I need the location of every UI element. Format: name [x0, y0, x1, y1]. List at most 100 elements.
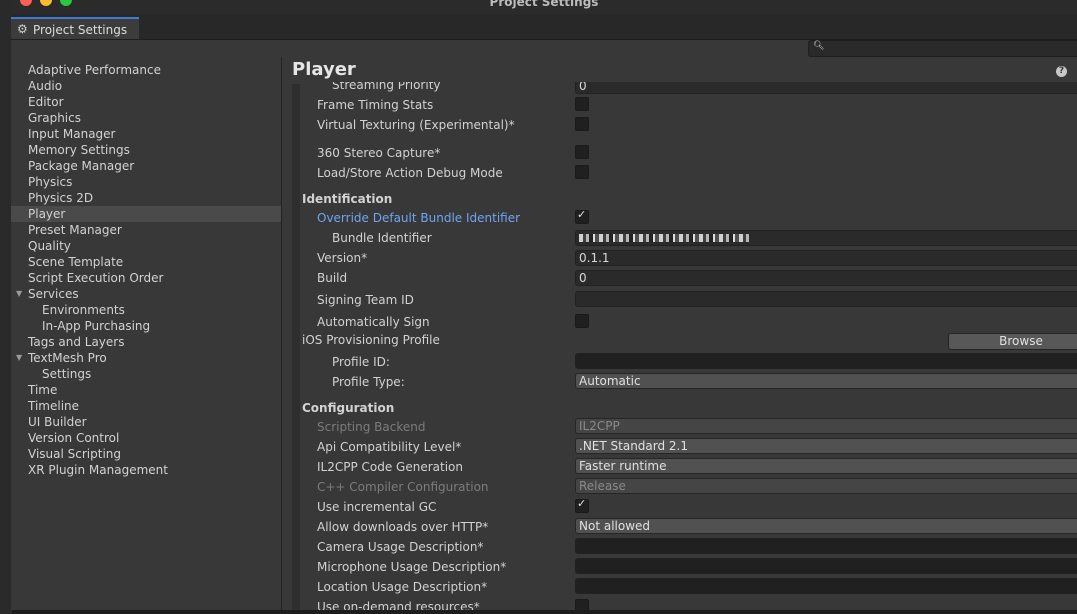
search-icon: 🔍︎ [813, 41, 825, 51]
sidebar-item-physics[interactable]: Physics [11, 174, 281, 190]
sidebar-item-label: Player [28, 207, 66, 221]
sidebar-item-version-control[interactable]: Version Control [11, 430, 281, 446]
http-downloads-label: Allow downloads over HTTP* [317, 520, 489, 534]
cpp-compiler-dropdown: Release ▼ [575, 478, 1077, 494]
override-bundle-checkbox[interactable] [575, 208, 589, 224]
sidebar-item-time[interactable]: Time [11, 382, 281, 398]
sidebar-item-label: Physics 2D [28, 191, 94, 205]
sidebar-item-adaptive-performance[interactable]: Adaptive Performance [11, 62, 281, 78]
microphone-usage-field[interactable] [575, 558, 1077, 574]
override-bundle-label: Override Default Bundle Identifier [317, 211, 521, 225]
on-demand-label: Use on-demand resources* [317, 600, 480, 610]
stereo-capture-label: 360 Stereo Capture* [317, 146, 441, 160]
sidebar-item-editor[interactable]: Editor [11, 94, 281, 110]
help-icon[interactable]: ? [1056, 66, 1067, 77]
il2cpp-codegen-dropdown[interactable]: Faster runtime ▼ [575, 458, 1077, 474]
sidebar-item-timeline[interactable]: Timeline [11, 398, 281, 414]
search-input[interactable]: 🔍︎ [808, 40, 1077, 57]
sidebar-item-settings[interactable]: Settings [11, 366, 281, 382]
window-title: Project Settings [489, 0, 599, 9]
sidebar-item-label: Audio [28, 79, 63, 93]
version-label: Version* [317, 251, 368, 265]
sidebar-item-label: In-App Purchasing [42, 319, 151, 333]
sidebar-item-graphics[interactable]: Graphics [11, 110, 281, 126]
settings-sidebar: Adaptive Performance Audio Editor Graphics I… [11, 57, 282, 610]
il2cpp-codegen-value: Faster runtime [579, 459, 667, 473]
signing-team-field[interactable] [575, 291, 1077, 307]
auto-sign-label: Automatically Sign [317, 315, 430, 329]
browse-button[interactable]: Browse [948, 333, 1077, 350]
incremental-gc-label: Use incremental GC [317, 500, 437, 514]
more-options-icon[interactable]: ⋮ [1073, 65, 1077, 76]
project-settings-window: Project Settings ⚙ Project Settings 🔍︎ A… [11, 0, 1077, 610]
expand-arrow-icon[interactable]: ▼ [16, 286, 22, 302]
cpp-compiler-label: C++ Compiler Configuration [317, 480, 489, 494]
build-field[interactable]: 0 [575, 270, 1077, 286]
api-compat-dropdown[interactable]: .NET Standard 2.1 ▼ [575, 438, 1077, 454]
streaming-priority-field[interactable]: 0 [575, 82, 1077, 94]
sidebar-item-package-manager[interactable]: Package Manager [11, 158, 281, 174]
auto-sign-checkbox[interactable] [575, 314, 589, 328]
sidebar-item-ui-builder[interactable]: UI Builder [11, 414, 281, 430]
sidebar-item-in-app-purchasing[interactable]: In-App Purchasing [11, 318, 281, 334]
on-demand-checkbox[interactable] [575, 599, 589, 610]
frame-timing-stats-label: Frame Timing Stats [317, 98, 434, 112]
location-usage-field[interactable] [575, 578, 1077, 594]
expand-arrow-icon[interactable]: ▼ [16, 350, 22, 366]
sidebar-item-label: Quality [28, 239, 71, 253]
version-field[interactable]: 0.1.1 [575, 250, 1077, 266]
sidebar-item-textmesh-pro[interactable]: ▼ TextMesh Pro [11, 350, 281, 366]
sidebar-item-label: UI Builder [28, 415, 87, 429]
load-store-debug-checkbox[interactable] [575, 165, 589, 179]
load-store-debug-label: Load/Store Action Debug Mode [317, 166, 503, 180]
sidebar-item-memory-settings[interactable]: Memory Settings [11, 142, 281, 158]
stereo-capture-checkbox[interactable] [575, 145, 589, 159]
sidebar-item-label: Services [28, 287, 79, 301]
virtual-texturing-checkbox[interactable] [575, 117, 589, 131]
sidebar-item-visual-scripting[interactable]: Visual Scripting [11, 446, 281, 462]
sidebar-item-player[interactable]: Player [11, 206, 281, 222]
sidebar-item-script-execution-order[interactable]: Script Execution Order [11, 270, 281, 286]
profile-id-field[interactable] [575, 353, 1077, 369]
tab-bar: ⚙ Project Settings [11, 14, 1077, 40]
api-compat-value: .NET Standard 2.1 [579, 439, 689, 453]
sidebar-item-xr-plugin-management[interactable]: XR Plugin Management [11, 462, 281, 478]
player-settings-content: Streaming Priority 0 Frame Timing Stats … [300, 82, 1077, 610]
incremental-gc-checkbox[interactable] [575, 497, 589, 513]
bundle-identifier-field[interactable] [575, 230, 1077, 246]
page-title: Player [292, 59, 356, 80]
sidebar-item-label: XR Plugin Management [28, 463, 168, 477]
sidebar-item-audio[interactable]: Audio [11, 78, 281, 94]
sidebar-item-physics-2d[interactable]: Physics 2D [11, 190, 281, 206]
sidebar-item-tags-and-layers[interactable]: Tags and Layers [11, 334, 281, 350]
sidebar-item-label: Environments [42, 303, 125, 317]
tab-label: Project Settings [33, 23, 128, 37]
tab-project-settings[interactable]: ⚙ Project Settings [11, 17, 139, 39]
sidebar-item-label: Package Manager [28, 159, 135, 173]
frame-timing-stats-checkbox[interactable] [575, 97, 589, 111]
gear-icon: ⚙ [17, 22, 28, 36]
sidebar-item-input-manager[interactable]: Input Manager [11, 126, 281, 142]
http-downloads-dropdown[interactable]: Not allowed ▼ [575, 518, 1077, 534]
main-panel: Player ? ⋮ Streaming Priority 0 Frame Ti… [282, 57, 1077, 610]
sidebar-item-label: Input Manager [28, 127, 116, 141]
api-compat-label: Api Compatibility Level* [317, 440, 462, 454]
sidebar-item-services[interactable]: ▼ Services [11, 286, 281, 302]
sidebar-item-label: TextMesh Pro [28, 351, 107, 365]
sidebar-item-preset-manager[interactable]: Preset Manager [11, 222, 281, 238]
sidebar-item-environments[interactable]: Environments [11, 302, 281, 318]
sidebar-item-quality[interactable]: Quality [11, 238, 281, 254]
inspector-scrollbar[interactable] [292, 84, 300, 610]
profile-id-label: Profile ID: [332, 355, 390, 369]
sidebar-item-scene-template[interactable]: Scene Template [11, 254, 281, 270]
sidebar-item-label: Physics [28, 175, 73, 189]
camera-usage-field[interactable] [575, 538, 1077, 554]
sidebar-item-label: Version Control [28, 431, 120, 445]
il2cpp-codegen-label: IL2CPP Code Generation [317, 460, 464, 474]
streaming-priority-label: Streaming Priority [332, 82, 441, 92]
configuration-header: Configuration [302, 401, 395, 415]
profile-type-dropdown[interactable]: Automatic ▼ [575, 373, 1077, 389]
sidebar-item-label: Memory Settings [28, 143, 130, 157]
sidebar-item-label: Settings [42, 367, 92, 381]
cpp-compiler-value: Release [579, 479, 626, 493]
